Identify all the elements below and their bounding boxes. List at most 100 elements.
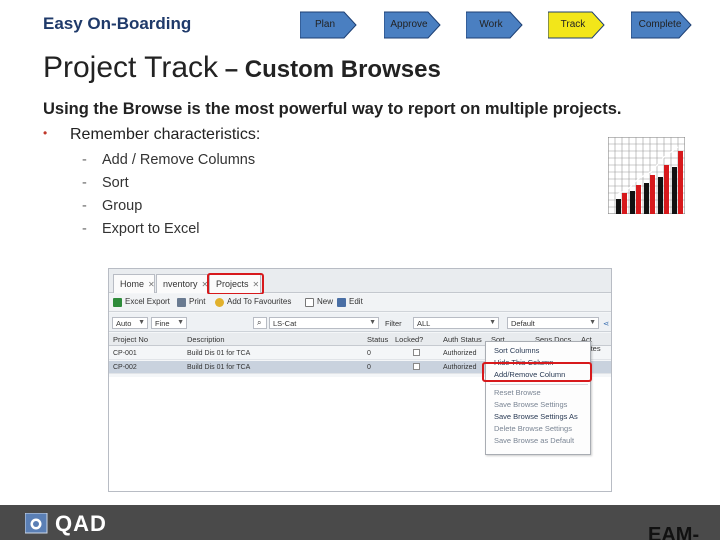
toolbar-label: New xyxy=(317,297,334,306)
list-item-label: Add / Remove Columns xyxy=(102,152,256,168)
print-button[interactable]: Print xyxy=(177,297,205,309)
column-header[interactable]: Description xyxy=(187,335,225,344)
cell-description: Build Dis 01 for TCA xyxy=(187,350,251,357)
lead-text: Using the Browse is the most powerful wa… xyxy=(43,100,622,118)
menu-item-reset-browse[interactable]: Reset Browse xyxy=(494,388,541,397)
chevron-down-icon: ▼ xyxy=(369,319,376,326)
title-main: Project Track xyxy=(43,51,219,84)
menu-item-delete-settings[interactable]: Delete Browse Settings xyxy=(494,424,572,433)
menu-item-save-settings-as[interactable]: Save Browse Settings As xyxy=(494,412,578,421)
field1-select[interactable]: Auto ▼ xyxy=(112,317,148,329)
step-track-label: Track xyxy=(560,19,586,30)
tab-home[interactable]: Home ✕ xyxy=(113,274,155,293)
cell-description: Build Dis 01 for TCA xyxy=(187,364,251,371)
search-icon[interactable]: ⌕ xyxy=(253,317,267,329)
filter-value: ALL xyxy=(417,319,431,328)
cell-auth: Authorized xyxy=(443,364,477,371)
tab-bar: Home ✕ nventory ✕ Projects ✕ xyxy=(109,269,611,293)
step-plan-label: Plan xyxy=(314,19,335,30)
bullet-item: • Remember characteristics: xyxy=(43,126,260,144)
process-steps: Plan Approve Work Track Complete xyxy=(300,9,720,41)
column-header[interactable]: Auth Status xyxy=(443,335,482,344)
field2-value: Fine xyxy=(155,319,170,328)
footer-bar xyxy=(0,505,720,540)
list-item: - Group xyxy=(82,198,255,221)
tab-inventory[interactable]: nventory ✕ xyxy=(156,274,208,293)
menu-item-save-default[interactable]: Save Browse as Default xyxy=(494,436,574,445)
step-work[interactable]: Work xyxy=(466,9,524,41)
close-icon[interactable]: ✕ xyxy=(148,280,155,289)
slide: Easy On-Boarding Plan Approve Work Track… xyxy=(0,0,720,540)
new-button[interactable]: New xyxy=(305,297,333,309)
star-icon xyxy=(215,298,224,307)
step-approve-label: Approve xyxy=(390,19,428,30)
step-complete-label: Complete xyxy=(638,19,682,30)
list-item-label: Group xyxy=(102,198,143,214)
footer-tag: EAM- xyxy=(648,524,700,540)
column-header[interactable]: Status xyxy=(367,335,388,344)
chevron-down-icon: ▼ xyxy=(177,319,184,326)
locked-checkbox[interactable] xyxy=(413,363,420,370)
dash-marker: - xyxy=(82,221,87,237)
pencil-icon xyxy=(337,298,346,307)
tab-home-label: Home xyxy=(120,279,145,289)
cell-project: CP-001 xyxy=(113,350,137,357)
search-value: LS-Cat xyxy=(273,319,297,328)
toolbar-label: Add To Favourites xyxy=(227,297,292,306)
cell-status: 0 xyxy=(367,364,371,371)
dash-marker: - xyxy=(82,175,87,191)
step-track[interactable]: Track xyxy=(548,9,606,41)
chevron-down-icon: ▼ xyxy=(489,319,496,326)
characteristics-list: - Add / Remove Columns - Sort - Group - Expo… xyxy=(82,152,255,244)
edit-button[interactable]: Edit xyxy=(337,297,363,309)
menu-divider xyxy=(490,384,588,385)
qad-logo-text: QAD xyxy=(55,511,107,536)
excel-icon xyxy=(113,298,122,307)
bullet-marker: • xyxy=(43,126,48,140)
brand-title: Easy On-Boarding xyxy=(43,14,192,33)
list-item: - Sort xyxy=(82,175,255,198)
magnifier-glyph: ⌕ xyxy=(257,318,262,327)
toolbar-label: Excel Export xyxy=(125,297,170,306)
chart-icon xyxy=(608,137,685,214)
step-plan[interactable]: Plan xyxy=(300,9,358,41)
step-approve[interactable]: Approve xyxy=(384,9,442,41)
column-header[interactable]: Project No xyxy=(113,335,148,344)
step-complete[interactable]: Complete xyxy=(631,9,693,41)
locked-checkbox[interactable] xyxy=(413,349,420,356)
list-item-label: Sort xyxy=(102,175,129,191)
menu-item-highlight xyxy=(482,362,592,382)
print-icon xyxy=(177,298,186,307)
list-item: - Export to Excel xyxy=(82,221,255,244)
filter-select[interactable]: ALL ▼ xyxy=(413,317,499,329)
tab-inventory-label: nventory xyxy=(163,279,198,289)
title-sub: – Custom Browses xyxy=(218,56,441,83)
filter-bar: Auto ▼ Fine ▼ ⌕ LS-Cat ▼ Filter ALL ▼ Defaul… xyxy=(109,313,611,332)
new-icon xyxy=(305,298,314,307)
chevron-down-icon: ▼ xyxy=(138,319,145,326)
field2-select[interactable]: Fine ▼ xyxy=(151,317,187,329)
cell-project: CP-002 xyxy=(113,364,137,371)
tab-highlight xyxy=(207,273,264,295)
chevron-down-icon: ▼ xyxy=(589,319,596,326)
bullet-label: Remember characteristics: xyxy=(70,126,261,143)
column-header[interactable]: Locked? xyxy=(395,335,423,344)
filter-label: Filter xyxy=(385,319,402,328)
add-favourites-button[interactable]: Add To Favourites xyxy=(215,297,291,309)
excel-export-button[interactable]: Excel Export xyxy=(113,297,170,309)
app-screenshot: Home ✕ nventory ✕ Projects ✕ Excel Export P… xyxy=(108,268,612,492)
dash-marker: - xyxy=(82,152,87,168)
cell-auth: Authorized xyxy=(443,350,477,357)
toolbar-label: Edit xyxy=(349,297,363,306)
view-select[interactable]: Default ▼ xyxy=(507,317,599,329)
field1-value: Auto xyxy=(116,319,132,328)
search-input[interactable]: LS-Cat ▼ xyxy=(269,317,379,329)
share-icon[interactable]: ⋖ xyxy=(603,319,609,328)
dash-marker: - xyxy=(82,198,87,214)
list-item-label: Export to Excel xyxy=(102,221,200,237)
menu-item-sort-columns[interactable]: Sort Columns xyxy=(494,346,539,355)
toolbar-label: Print xyxy=(189,297,206,306)
toolbar: Excel Export Print Add To Favourites New… xyxy=(109,294,611,312)
menu-item-save-settings[interactable]: Save Browse Settings xyxy=(494,400,567,409)
page-title: Project Track – Custom Browses xyxy=(43,51,441,85)
